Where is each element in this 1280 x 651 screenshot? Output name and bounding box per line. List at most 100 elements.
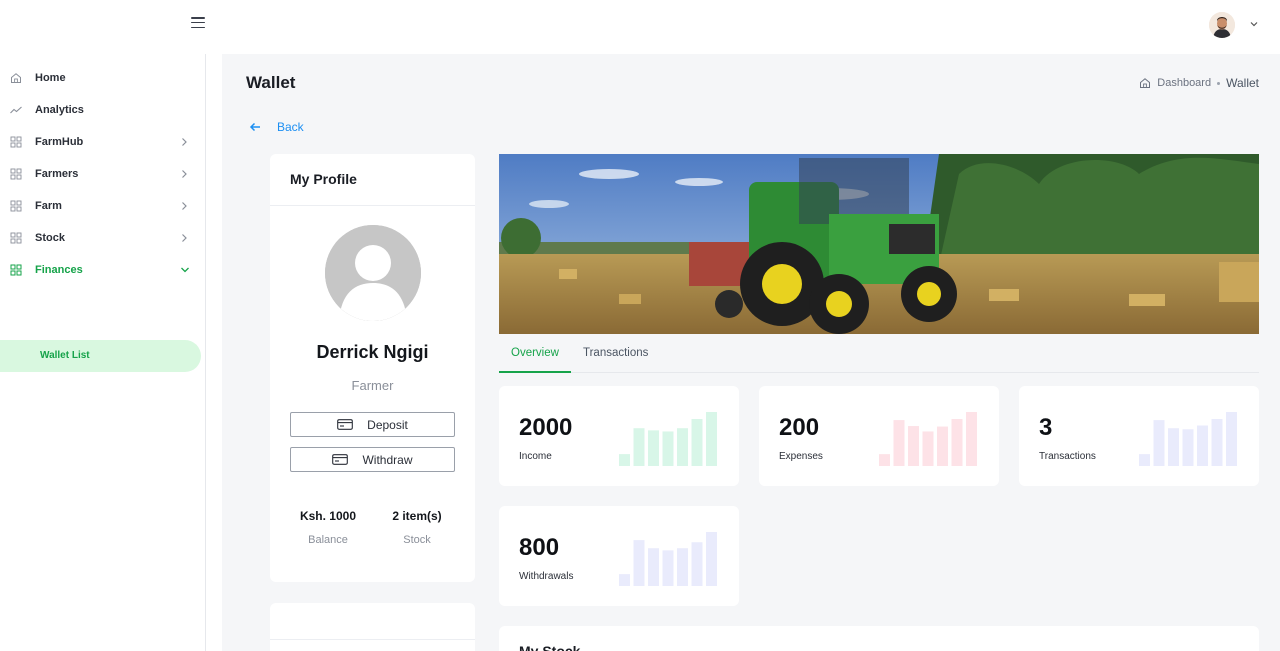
sidebar-gutter (206, 54, 222, 651)
mini-bar-chart (879, 412, 977, 466)
grid-icon (10, 200, 22, 212)
mini-bar (937, 426, 948, 466)
stat-label: Withdrawals (519, 571, 574, 582)
home-icon (1140, 78, 1151, 88)
breadcrumb-current: Wallet (1226, 76, 1259, 90)
grid-icon (10, 264, 22, 276)
home-icon (11, 73, 21, 83)
chevron-right-icon (182, 138, 187, 146)
chevron-right-icon (182, 170, 187, 178)
tractor-field-illustration (499, 154, 1259, 334)
sidebar-item-finances[interactable]: Finances (0, 254, 200, 286)
sidebar-item-label: Home (35, 72, 66, 84)
profile-role: Farmer (351, 378, 394, 393)
sidebar: Home Analytics FarmHub Farmers Farm Stoc… (0, 54, 206, 651)
mini-bar (619, 454, 630, 466)
mini-bar (662, 431, 674, 466)
mini-bar-chart (1139, 412, 1237, 466)
sidebar-item-label: FarmHub (35, 136, 84, 148)
grid-icon (10, 136, 22, 148)
mini-bar (966, 412, 977, 466)
withdraw-button[interactable]: Withdraw (290, 447, 455, 472)
sidebar-item-label: Finances (35, 264, 83, 276)
stat-label: Transactions (1039, 451, 1096, 462)
top-bar (0, 0, 1280, 54)
user-avatar-icon (1209, 12, 1235, 38)
sidebar-subitem-wallet-list[interactable]: Wallet List (0, 340, 201, 372)
mini-bar (662, 550, 674, 586)
active-tab-indicator (499, 371, 571, 373)
tab-transactions[interactable]: Transactions (583, 347, 648, 359)
mini-bar (879, 454, 890, 466)
withdraw-label: Withdraw (362, 452, 413, 467)
stat-card-withdrawals: 800 Withdrawals (499, 506, 739, 606)
hamburger-icon[interactable] (191, 17, 205, 29)
chevron-right-icon (182, 234, 187, 242)
mini-bar (951, 419, 963, 466)
balance-value: Ksh. 1000 (299, 509, 357, 523)
deposit-label: Deposit (367, 417, 408, 432)
tab-overview[interactable]: Overview (511, 347, 559, 359)
profile-card: My Profile Derrick Ngigi Farmer Deposit … (270, 154, 475, 582)
chevron-right-icon (182, 202, 187, 210)
sidebar-item-label: Farm (35, 200, 62, 212)
mini-bar (1139, 454, 1150, 466)
mini-bar (691, 542, 703, 586)
balance-label: Balance (308, 534, 348, 546)
mini-bar (633, 428, 645, 466)
avatar[interactable] (1209, 12, 1235, 38)
sidebar-item-home[interactable]: Home (0, 62, 200, 94)
deposit-button[interactable]: Deposit (290, 412, 455, 437)
stat-label: Expenses (779, 451, 823, 462)
page-title: Wallet (246, 73, 296, 92)
sidebar-item-label: Stock (35, 232, 65, 244)
mini-bar (677, 548, 688, 586)
sidebar-item-analytics[interactable]: Analytics (0, 94, 200, 126)
mini-bar (1182, 429, 1194, 466)
chevron-down-icon[interactable] (1249, 19, 1259, 29)
mini-bar (1168, 428, 1179, 466)
card-icon (332, 454, 349, 465)
farm-banner-image (499, 154, 1259, 334)
sidebar-item-farm[interactable]: Farm (0, 190, 200, 222)
mini-bar (648, 548, 659, 586)
sidebar-item-label: Analytics (35, 104, 84, 116)
mini-bar (893, 420, 905, 466)
back-button[interactable]: Back (249, 120, 304, 134)
default-user-icon (325, 225, 421, 321)
mini-bar (677, 428, 688, 466)
stat-label: Income (519, 451, 552, 462)
arrow-left-icon (249, 122, 260, 132)
grid-icon (10, 168, 22, 180)
stock-label: Stock (403, 534, 431, 546)
sidebar-subitem-label: Wallet List (40, 350, 90, 361)
mini-bar (706, 532, 717, 586)
secondary-card (270, 603, 475, 651)
stat-card-income: 2000 Income (499, 386, 739, 486)
breadcrumb-dashboard-link[interactable]: Dashboard (1157, 77, 1211, 89)
sidebar-item-stock[interactable]: Stock (0, 222, 200, 254)
stat-card-expenses: 200 Expenses (759, 386, 999, 486)
breadcrumb: Dashboard Wallet (1139, 76, 1259, 90)
mini-bar (648, 430, 659, 466)
profile-tabs: Overview Transactions (499, 336, 1259, 373)
stock-value: 2 item(s) (392, 509, 442, 523)
trend-icon (10, 106, 22, 114)
sidebar-item-farmers[interactable]: Farmers (0, 158, 200, 190)
mini-bar (1197, 425, 1208, 466)
mini-bar-chart (619, 532, 717, 586)
card-icon (337, 419, 354, 430)
stat-value: 2000 (519, 414, 573, 441)
sidebar-item-farmhub[interactable]: FarmHub (0, 126, 200, 158)
my-stock-card: My Stock (499, 626, 1259, 651)
sidebar-item-label: Farmers (35, 168, 79, 180)
profile-heading: My Profile (270, 154, 475, 206)
mini-bar (1211, 419, 1223, 466)
stat-value: 3 (1039, 414, 1053, 441)
mini-bar (908, 426, 919, 466)
mini-bar (1226, 412, 1237, 466)
mini-bar (706, 412, 717, 466)
mini-bar (633, 540, 645, 586)
my-stock-title: My Stock (519, 643, 581, 651)
stat-value: 800 (519, 534, 560, 561)
